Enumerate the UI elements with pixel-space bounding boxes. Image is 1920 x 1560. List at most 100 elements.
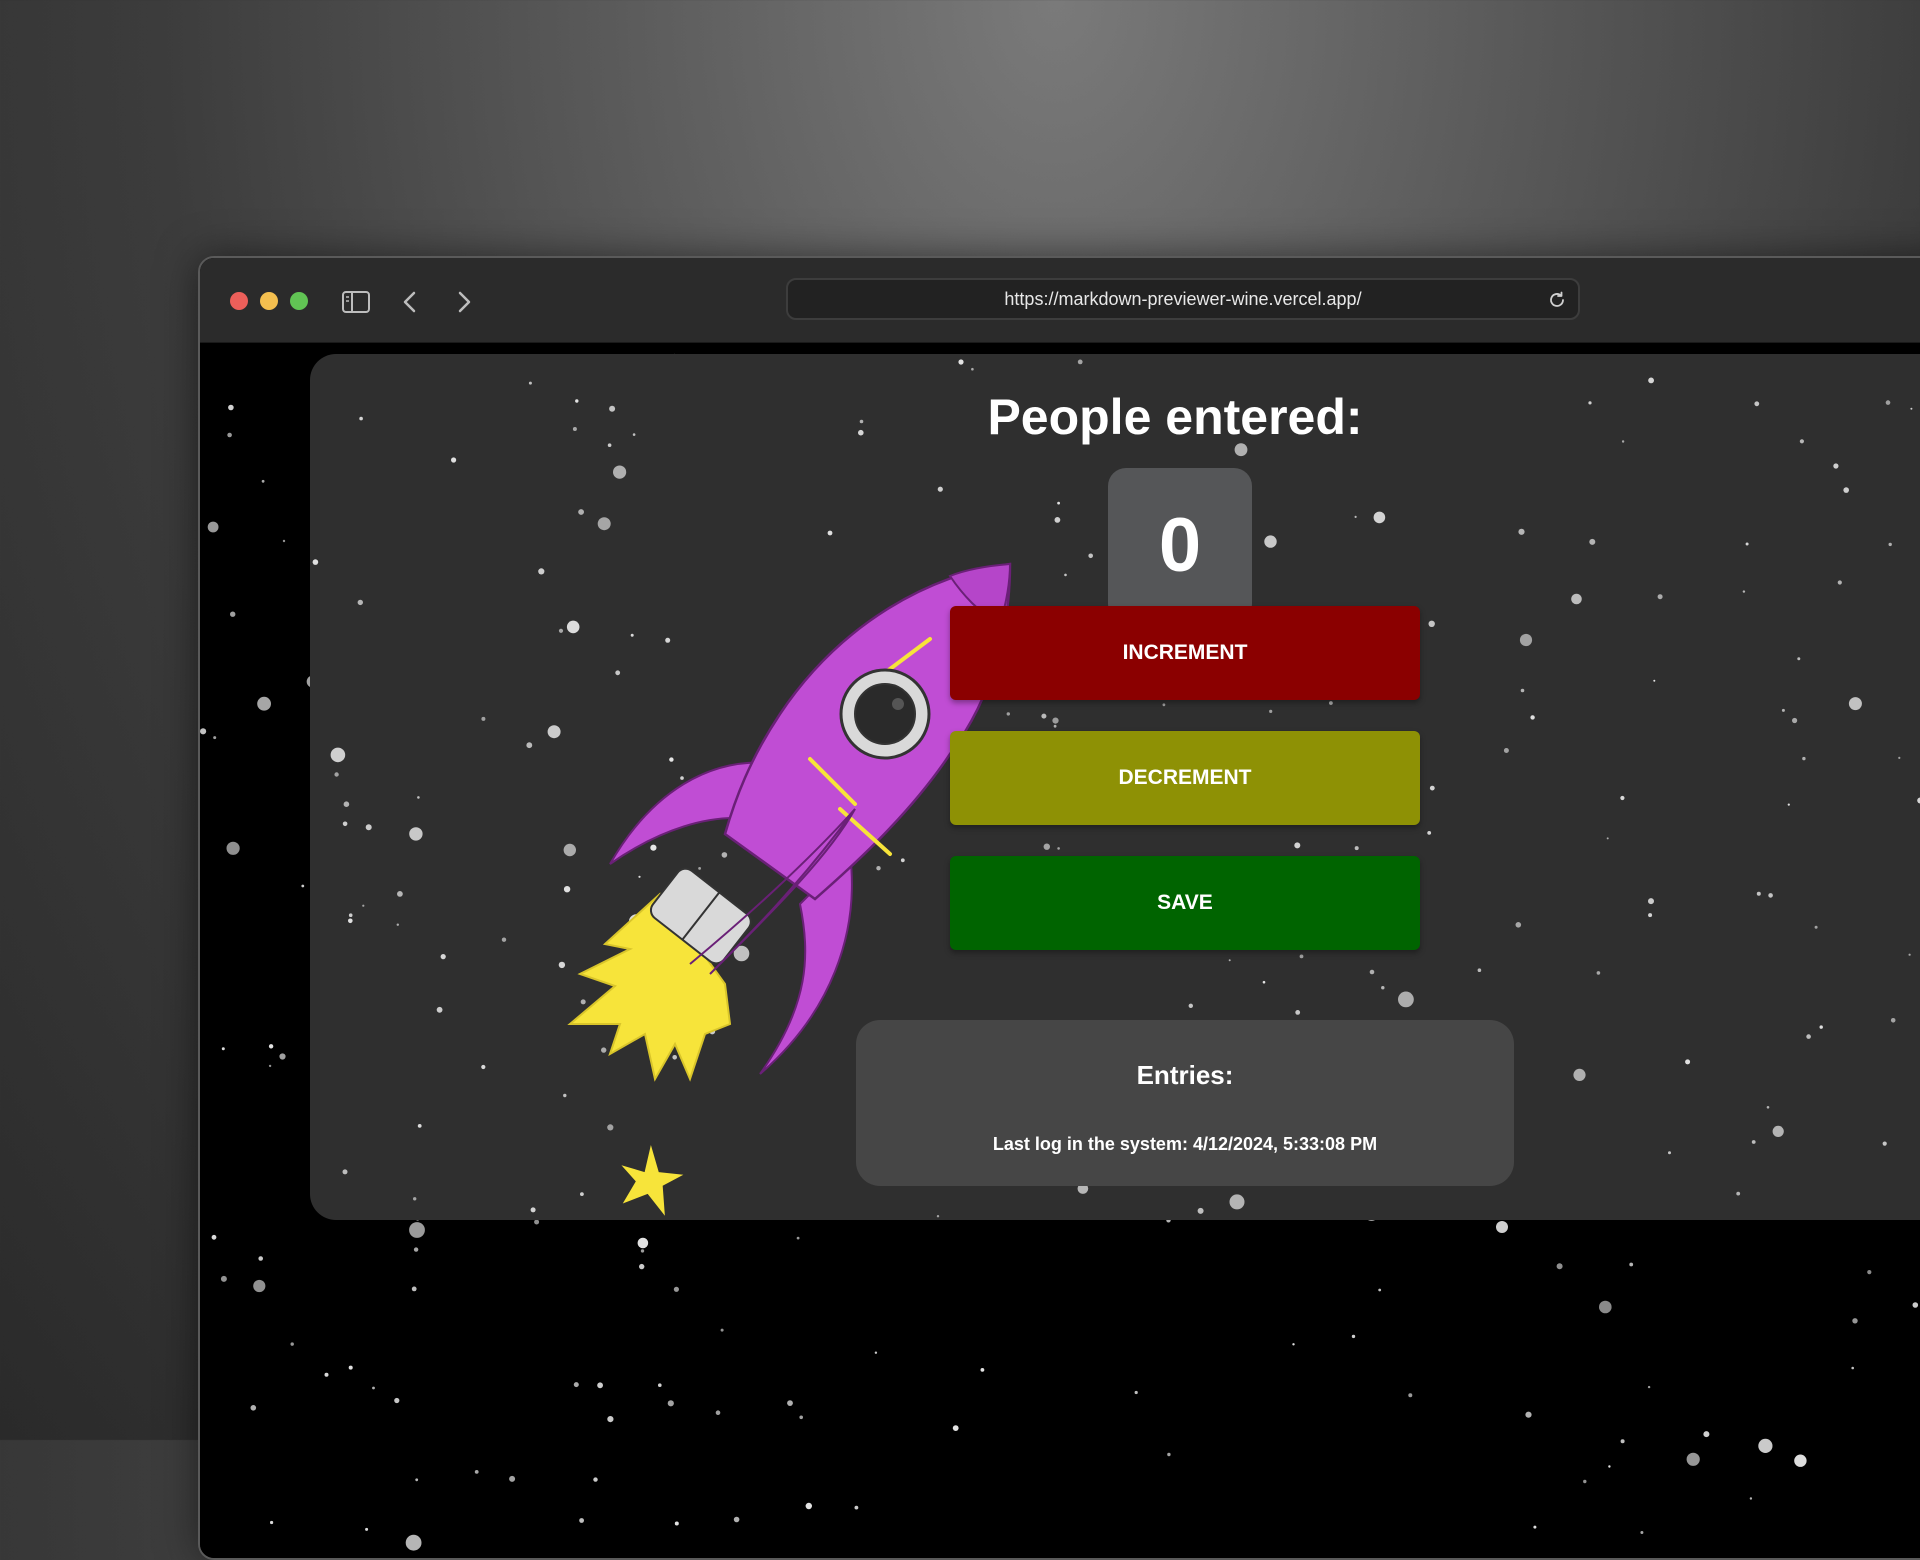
star-dot: [1329, 701, 1333, 705]
star-dot: [607, 1124, 614, 1131]
star-dot: [1369, 969, 1375, 975]
minimize-window-button[interactable]: [260, 292, 278, 310]
star-dot: [258, 1256, 263, 1261]
star-dot: [1621, 440, 1625, 443]
star-dot: [372, 1386, 375, 1390]
star-dot: [451, 457, 457, 463]
star-dot: [1657, 594, 1663, 600]
star-dot: [528, 381, 532, 385]
star-dot: [1766, 1106, 1770, 1109]
address-bar[interactable]: https://markdown-previewer-wine.vercel.a…: [786, 278, 1580, 320]
star-dot: [405, 1534, 422, 1551]
star-dot: [501, 937, 507, 942]
star-dot: [1064, 573, 1067, 577]
star-dot: [1354, 846, 1359, 851]
star-dot: [1519, 633, 1533, 647]
star-dot: [971, 367, 974, 371]
star-dot: [268, 1044, 274, 1049]
star-dot: [980, 1368, 985, 1372]
counter-value: 0: [1158, 502, 1202, 588]
star-dot: [1787, 803, 1790, 806]
star-dot: [1608, 1465, 1611, 1468]
star-dot: [827, 530, 833, 536]
star-dot: [1890, 1018, 1896, 1023]
browser-window: https://markdown-previewer-wine.vercel.a…: [198, 256, 1920, 1560]
back-arrow-icon[interactable]: [390, 282, 430, 322]
close-window-button[interactable]: [230, 292, 248, 310]
star-dot: [1588, 401, 1592, 405]
star-dot: [1354, 515, 1357, 518]
star-dot: [1477, 968, 1482, 972]
star-dot: [607, 1416, 614, 1423]
star-dot: [330, 747, 346, 763]
star-dot: [1429, 785, 1435, 791]
star-dot: [640, 1249, 645, 1253]
star-dot: [1606, 837, 1609, 840]
forward-arrow-icon[interactable]: [444, 282, 484, 322]
save-button[interactable]: SAVE: [950, 856, 1420, 950]
star-dot: [597, 517, 611, 531]
star-dot: [417, 796, 420, 799]
star-dot: [952, 1425, 959, 1431]
star-dot: [357, 599, 363, 606]
reload-icon[interactable]: [1546, 289, 1568, 311]
star-dot: [658, 1383, 662, 1387]
star-dot: [301, 884, 305, 888]
star-dot: [409, 827, 423, 841]
star-dot: [673, 1286, 679, 1292]
star-dot: [1898, 756, 1901, 759]
star-dot: [1819, 1025, 1823, 1029]
star-dot: [343, 801, 350, 807]
star-dot: [1520, 688, 1525, 693]
star-dot: [348, 918, 353, 924]
zoom-window-button[interactable]: [290, 292, 308, 310]
star-dot: [411, 1286, 417, 1292]
star-dot: [1373, 511, 1386, 524]
star-dot: [787, 1400, 793, 1406]
star-dot: [1703, 1431, 1710, 1438]
star-dot: [1814, 925, 1818, 929]
decrement-button[interactable]: DECREMENT: [950, 731, 1420, 825]
star-dot: [282, 539, 286, 543]
star-dot: [1751, 1140, 1756, 1144]
page-viewport: People entered: 0 INCREMENT DECREMENT SA…: [200, 344, 1920, 1558]
star-dot: [415, 1478, 419, 1482]
star-dot: [413, 1247, 419, 1252]
star-dot: [257, 696, 271, 711]
entries-heading: Entries:: [1136, 1060, 1234, 1090]
star-dot: [1530, 715, 1535, 720]
star-dot: [1162, 703, 1166, 707]
address-bar-url[interactable]: https://markdown-previewer-wine.vercel.a…: [788, 289, 1578, 310]
star-dot: [261, 479, 265, 483]
star-dot: [1802, 756, 1806, 761]
increment-button[interactable]: INCREMENT: [950, 606, 1420, 700]
star-dot: [720, 1328, 724, 1332]
star-dot: [1052, 717, 1059, 724]
star-dot: [1912, 1302, 1919, 1308]
star-dot: [1758, 1438, 1773, 1453]
star-dot: [220, 1275, 227, 1282]
star-dot: [1571, 593, 1582, 605]
star-dot: [1756, 891, 1761, 896]
star-dot: [796, 1236, 800, 1240]
star-dot: [1057, 847, 1060, 850]
star-dot: [1792, 717, 1798, 724]
star-dot: [1749, 1497, 1753, 1500]
star-dot: [1833, 463, 1839, 469]
star-dot: [342, 1169, 348, 1175]
star-dot: [1742, 590, 1746, 593]
star-dot: [279, 1053, 286, 1060]
star-dot: [1794, 1454, 1807, 1467]
star-dot: [1648, 913, 1653, 918]
star-dot: [397, 891, 403, 897]
star-dot: [1188, 1003, 1193, 1008]
sidebar-toggle-icon[interactable]: [336, 282, 376, 322]
star-dot: [1648, 377, 1654, 384]
star-dot: [1882, 1141, 1887, 1146]
star-dot: [436, 1006, 443, 1013]
star-dot: [250, 1405, 257, 1411]
star-dot: [1299, 954, 1304, 959]
star-dot: [1269, 709, 1273, 713]
star-dot: [1772, 1125, 1784, 1137]
star-dot: [359, 416, 363, 421]
